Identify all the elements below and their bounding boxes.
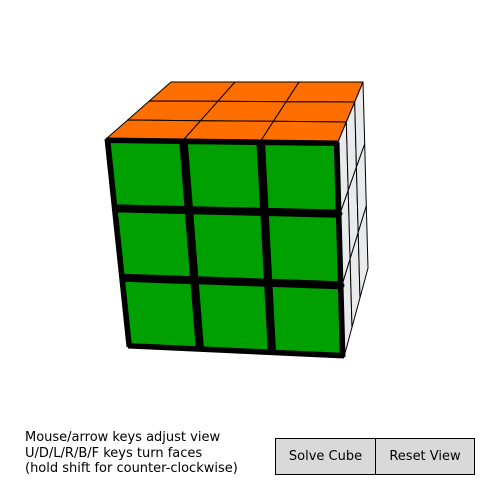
- sticker-front-r1-c1: [190, 211, 267, 282]
- instruction-line-turn: U/D/L/R/B/F keys turn faces: [25, 445, 203, 461]
- instructions-text: Mouse/arrow keys adjust view U/D/L/R/B/F…: [25, 430, 238, 477]
- sticker-front-r2-c2: [269, 283, 343, 356]
- sticker-top-r2-c2: [260, 120, 347, 143]
- front-seam-joint: [261, 208, 268, 215]
- cube-face-front[interactable]: [104, 137, 346, 359]
- sticker-front-r2-c1: [195, 281, 271, 353]
- instruction-line-view: Mouse/arrow keys adjust view: [25, 430, 221, 445]
- sticker-top-r0-c2: [285, 81, 364, 103]
- front-seam-joint: [265, 279, 272, 286]
- front-seam-joint: [185, 207, 192, 214]
- edge-joint: [339, 282, 345, 288]
- edge-joint: [337, 211, 343, 217]
- sticker-front-r0-c2: [262, 142, 339, 213]
- solve-cube-button[interactable]: Solve Cube: [275, 438, 376, 475]
- sticker-front-r1-c0: [114, 209, 194, 280]
- cube-face-top[interactable]: [105, 81, 364, 143]
- sticker-front-r0-c0: [107, 140, 188, 209]
- instruction-line-shift: (hold shift for counter-clockwise): [25, 461, 238, 476]
- rubiks-cube-view[interactable]: [0, 0, 500, 420]
- sticker-front-r2-c0: [122, 278, 199, 350]
- sticker-front-r1-c2: [265, 213, 341, 285]
- reset-view-button[interactable]: Reset View: [375, 438, 475, 475]
- front-seam-joint: [191, 277, 198, 284]
- sticker-top-r1-c2: [272, 101, 356, 123]
- sticker-front-r0-c1: [184, 141, 264, 211]
